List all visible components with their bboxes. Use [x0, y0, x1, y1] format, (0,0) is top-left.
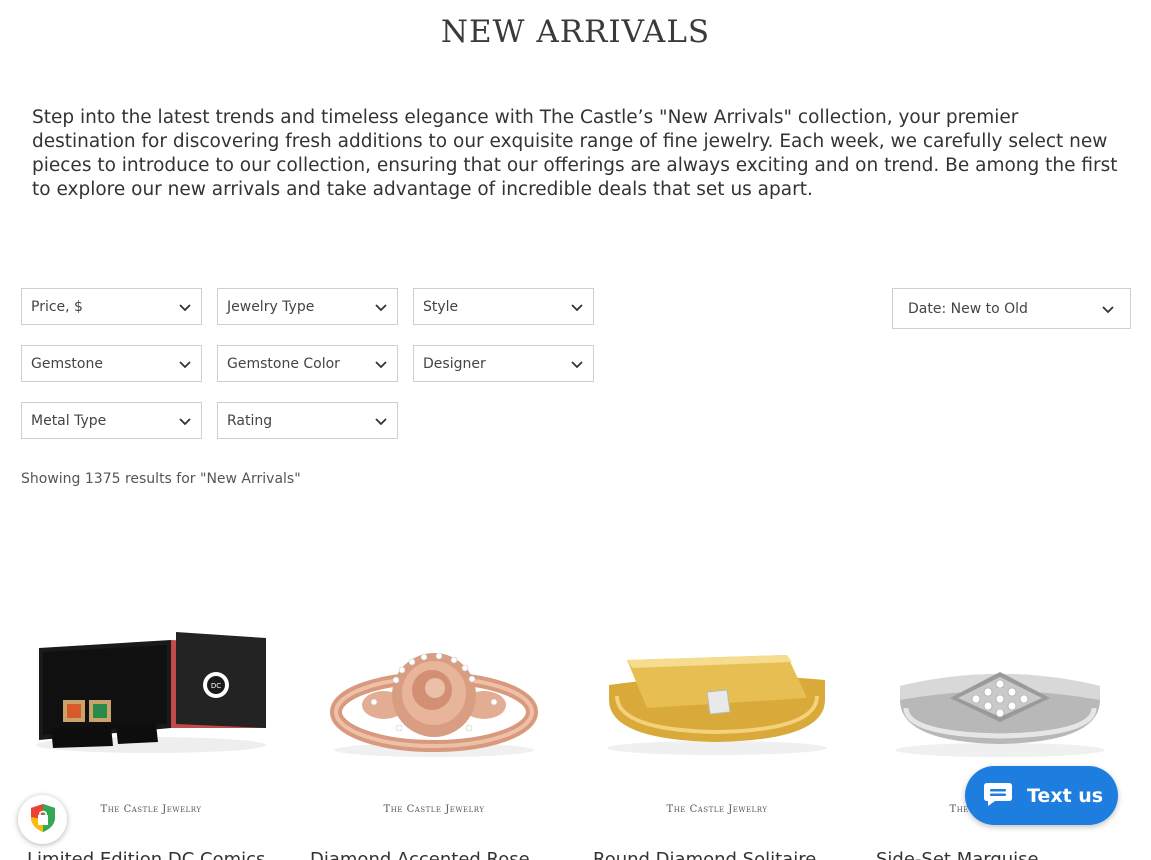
- shield-badge-icon: [29, 803, 57, 837]
- product-card[interactable]: The Castle Jewelry Diamond Accented Rose: [304, 600, 564, 860]
- chevron-down-icon: [570, 357, 584, 371]
- filter-price[interactable]: Price, $: [21, 288, 202, 325]
- intro-text: Step into the latest trends and timeless…: [32, 107, 1118, 200]
- filter-gemstone-color-label: Gemstone Color: [227, 355, 340, 372]
- filter-rating-label: Rating: [227, 412, 273, 429]
- product-image[interactable]: [870, 600, 1130, 790]
- filter-style-label: Style: [423, 298, 459, 315]
- product-card[interactable]: DC The Castle Jewelry Limited Edition DC…: [21, 600, 281, 860]
- filter-designer-label: Designer: [423, 355, 486, 372]
- svg-text:DC: DC: [211, 682, 221, 690]
- filter-gemstone-label: Gemstone: [31, 355, 103, 372]
- filter-gemstone-color[interactable]: Gemstone Color: [217, 345, 398, 382]
- product-name[interactable]: Diamond Accented Rose: [310, 849, 560, 860]
- text-us-label: Text us: [1027, 784, 1104, 807]
- text-us-button[interactable]: Text us: [965, 766, 1118, 825]
- filter-gemstone[interactable]: Gemstone: [21, 345, 202, 382]
- chevron-down-icon: [374, 414, 388, 428]
- sort-select[interactable]: Date: New to Old: [892, 288, 1131, 329]
- product-brand: The Castle Jewelry: [383, 804, 485, 815]
- product-image[interactable]: [587, 600, 847, 790]
- page-title: NEW ARRIVALS: [440, 14, 711, 50]
- chevron-down-icon: [570, 300, 584, 314]
- chat-bubble-icon: [983, 781, 1013, 811]
- filter-metal-type-label: Metal Type: [31, 412, 107, 429]
- results-count: Showing 1375 results for "New Arrivals": [21, 471, 301, 487]
- product-image[interactable]: DC: [21, 600, 281, 790]
- sort-select-label: Date: New to Old: [908, 300, 1028, 317]
- filter-metal-type[interactable]: Metal Type: [21, 402, 202, 439]
- chevron-down-icon: [1101, 302, 1115, 316]
- chevron-down-icon: [178, 414, 192, 428]
- filter-jewelry-type[interactable]: Jewelry Type: [217, 288, 398, 325]
- shield-badge[interactable]: [18, 795, 67, 844]
- product-image[interactable]: [304, 600, 564, 790]
- filter-designer[interactable]: Designer: [413, 345, 594, 382]
- chevron-down-icon: [374, 300, 388, 314]
- chevron-down-icon: [178, 357, 192, 371]
- product-brand: The Castle Jewelry: [666, 804, 768, 815]
- product-card[interactable]: The Castle Jewelry Side-Set Marquise: [870, 600, 1130, 860]
- product-card[interactable]: The Castle Jewelry Round Diamond Solitai…: [587, 600, 847, 860]
- filter-style[interactable]: Style: [413, 288, 594, 325]
- chevron-down-icon: [374, 357, 388, 371]
- filter-jewelry-type-label: Jewelry Type: [227, 298, 315, 315]
- filter-rating[interactable]: Rating: [217, 402, 398, 439]
- product-name[interactable]: Limited Edition DC Comics: [27, 849, 277, 860]
- chevron-down-icon: [178, 300, 192, 314]
- product-name[interactable]: Side-Set Marquise: [876, 849, 1126, 860]
- product-name[interactable]: Round Diamond Solitaire: [593, 849, 843, 860]
- filter-price-label: Price, $: [31, 298, 83, 315]
